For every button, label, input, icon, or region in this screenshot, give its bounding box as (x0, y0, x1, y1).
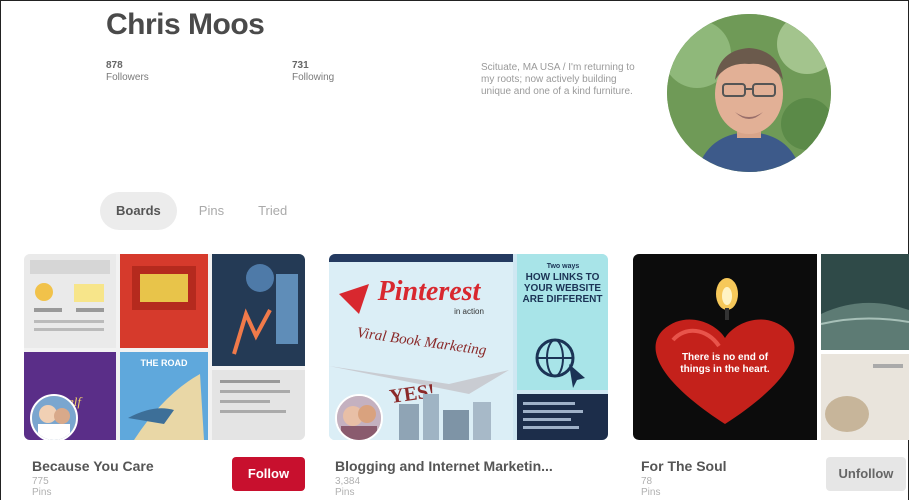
profile-name: Chris Moos (106, 8, 265, 41)
cover-text-in-action: in action (454, 307, 484, 316)
cover-text-two-ways: Two ways (547, 263, 580, 270)
followers-label: Followers (106, 72, 149, 83)
profile-bio: Scituate, MA USA / I'm returning to my r… (481, 62, 635, 97)
cover-text-links: HOW LINKS TO YOUR WEBSITE ARE DIFFERENT (522, 272, 603, 305)
follow-button[interactable]: Follow (232, 457, 305, 491)
board-cover[interactable]: There is no end of things in the heart. (633, 254, 909, 440)
tab-boards[interactable]: Boards (100, 192, 177, 230)
following-count: 731 (292, 60, 309, 71)
profile-avatar (667, 14, 831, 172)
board-title[interactable]: Because You Care (32, 458, 154, 474)
board-owner-avatar (30, 394, 78, 442)
profile-tabs: Boards Pins Tried (100, 192, 309, 230)
board-title[interactable]: For The Soul (641, 458, 727, 474)
board-pin-count: 775 Pins (32, 476, 52, 498)
unfollow-button[interactable]: Unfollow (826, 457, 906, 491)
following-stat[interactable]: 731 Following (292, 60, 334, 84)
followers-count: 878 (106, 60, 123, 71)
board-owner-avatar (335, 394, 383, 442)
board-pin-count: 3,384 Pins (335, 476, 361, 498)
cover-text-heart: There is no end of things in the heart. (680, 352, 770, 375)
followers-stat[interactable]: 878 Followers (106, 60, 149, 84)
tab-pins[interactable]: Pins (187, 192, 236, 230)
tab-tried[interactable]: Tried (246, 192, 299, 230)
cover-text-road: THE ROAD (141, 358, 189, 368)
board-pin-count: 78 Pins (641, 476, 661, 498)
board-title[interactable]: Blogging and Internet Marketin... (335, 458, 553, 474)
following-label: Following (292, 72, 335, 83)
cover-text-pinterest: Pinterest (377, 276, 482, 307)
